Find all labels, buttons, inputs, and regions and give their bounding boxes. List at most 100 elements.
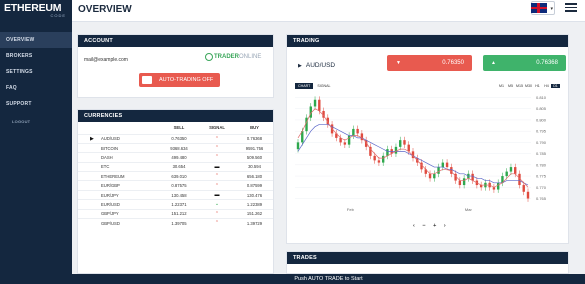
signal-up-icon: ⌃ — [214, 145, 220, 152]
symbol-text: AUD/USD — [101, 136, 120, 142]
currency-symbol: EUR/GBP — [78, 180, 160, 191]
currency-row[interactable]: EUR/JPY 130.458 ▬ 130.476 — [78, 189, 273, 200]
sell-value: 130.458 — [160, 189, 198, 200]
footer-bar[interactable]: Push AUTO TRADE to Start — [72, 274, 585, 284]
currency-symbol: EUR/JPY — [78, 189, 160, 200]
autotrade-toggle[interactable]: AUTO-TRADING OFF — [139, 73, 220, 87]
candle-body — [347, 135, 351, 145]
y-tick-label: 0.810 — [536, 95, 547, 100]
buy-value: 9591.756 — [236, 142, 273, 153]
signal-cell: ⌃ — [198, 217, 236, 228]
candle-body — [296, 142, 300, 150]
hamburger-icon[interactable] — [565, 3, 577, 12]
sell-value: 151.212 — [160, 208, 198, 219]
candle-body — [433, 173, 436, 179]
currency-row[interactable]: GBP/JPY 151.212 ⌃ 151.262 — [78, 208, 273, 219]
candle-body — [505, 171, 508, 177]
signal-cell: ⌃ — [198, 171, 236, 181]
signal-neutral-icon: ▬ — [214, 163, 220, 170]
candle-body — [399, 140, 402, 147]
buy-value: 30.594 — [236, 161, 273, 172]
broker-logo-part1: TRADER — [214, 54, 239, 60]
symbol-text: ETHEREUM — [101, 173, 125, 179]
signal-down-icon: ⌄ — [214, 201, 220, 208]
x-tick-label: Mar — [465, 207, 473, 212]
currency-row[interactable]: ▶ AUD/USD 0.76350 ⌃ 0.76368 — [78, 133, 273, 144]
sidebar-item-settings[interactable]: SETTINGS — [0, 64, 72, 80]
x-tick-label: Feb — [347, 207, 355, 212]
sidebar-item-overview[interactable]: OVERVIEW — [0, 32, 72, 48]
zoom-controls[interactable]: ‹ − + › — [413, 223, 449, 229]
currency-row[interactable]: DASH 499.480 ⌃ 509.560 — [78, 152, 273, 163]
trades-panel: TRADES — [286, 251, 569, 274]
candle-body — [462, 178, 466, 186]
currency-row[interactable]: GBP/USD 1.39705 ⌃ 1.39729 — [78, 217, 273, 228]
currency-row[interactable]: EUR/GBP 0.87575 ⌃ 0.87599 — [78, 180, 273, 191]
sell-value: 0.87575 — [160, 180, 198, 191]
candle-body — [458, 180, 462, 186]
signal-up-icon: ⌃ — [214, 210, 220, 217]
signal-up-icon: ⌃ — [214, 173, 220, 180]
buy-button[interactable]: ▲ 0.76368 — [483, 55, 566, 71]
logout-link[interactable]: LOGOUT — [0, 114, 72, 130]
timeframe-selector: M1 M5 M15 M30 H1 H4 D1 — [497, 84, 560, 88]
buy-value: 130.476 — [236, 189, 273, 200]
currency-symbol: BITCOIN — [78, 142, 160, 153]
timeframe-m5[interactable]: M5 — [506, 84, 515, 88]
y-tick-label: 0.780 — [536, 162, 547, 167]
chevron-down-icon: ▼ — [396, 60, 401, 66]
timeframe-h4[interactable]: H4 — [542, 84, 551, 88]
currency-row[interactable]: EUR/USD 1.22371 ⌄ 1.22389 — [78, 199, 273, 210]
sidebar-item-support[interactable]: SUPPORT — [0, 96, 72, 112]
y-tick-label: 0.790 — [536, 140, 547, 145]
sidebar-item-faq[interactable]: FAQ — [0, 80, 72, 96]
sell-price: 0.76350 — [442, 60, 464, 66]
candle-body — [377, 160, 381, 163]
symbol-text: ETC — [101, 164, 110, 170]
y-tick-label: 0.785 — [536, 151, 547, 156]
buy-value: 0.87599 — [236, 180, 273, 191]
candle-body — [471, 173, 474, 181]
candle-body — [318, 99, 321, 111]
price-chart[interactable]: 0.810 0.805 0.800 0.795 0.790 0.785 0.780 0.775… — [293, 91, 561, 217]
brand-logo[interactable]: ETHEREUM CODE — [0, 0, 72, 26]
buy-value: 151.262 — [236, 208, 273, 219]
candle-body — [313, 99, 317, 107]
currency-symbol: ▶ AUD/USD — [78, 133, 160, 144]
chart-tabs: CHART SIGNAL — [295, 83, 334, 89]
y-tick-label: 0.770 — [536, 185, 547, 190]
y-tick-label: 0.775 — [536, 174, 547, 179]
currencies-table: SELL SIGNAL BUY ▶ AUD/USD 0.76350 ⌃ 0.76368 B… — [78, 122, 273, 228]
tab-chart[interactable]: CHART — [295, 83, 314, 89]
selected-pair: ▶ AUD/USD — [298, 62, 335, 69]
currency-row[interactable]: ETHEREUM 639.010 ⌃ 656.180 — [78, 171, 273, 181]
currency-row[interactable]: BITCOIN 9368.634 ⌃ 9591.756 — [78, 142, 273, 153]
timeframe-m15[interactable]: M15 — [515, 84, 524, 88]
candle-body — [403, 140, 406, 145]
buy-value: 1.22389 — [236, 199, 273, 210]
col-sell: SELL — [173, 125, 185, 131]
currency-row[interactable]: ETC 30.654 ▬ 30.594 — [78, 161, 273, 172]
symbol-text: EUR/JPY — [101, 192, 119, 198]
sell-value: 0.76350 — [160, 133, 198, 144]
symbol-text: GBP/JPY — [101, 211, 119, 217]
sell-value: 639.010 — [160, 171, 198, 181]
sidebar-item-brokers[interactable]: BROKERS — [0, 48, 72, 64]
pair-label: AUD/USD — [305, 62, 336, 69]
currencies-heading: CURRENCIES — [78, 110, 273, 122]
sell-button[interactable]: ▼ 0.76350 — [387, 55, 472, 71]
col-signal: SIGNAL — [209, 125, 225, 131]
autotrade-label: AUTO-TRADING OFF — [159, 77, 214, 83]
timeframe-d1[interactable]: D1 — [551, 84, 560, 88]
timeframe-h1[interactable]: H1 — [533, 84, 542, 88]
timeframe-m1[interactable]: M1 — [497, 84, 506, 88]
tab-signal[interactable]: SIGNAL — [314, 83, 333, 89]
currency-symbol: ETC — [78, 161, 160, 172]
account-panel: ACCOUNT mail@example.com TRADERONLINE AU… — [77, 34, 274, 98]
signal-neutral-icon: ▬ — [214, 192, 220, 199]
language-selector[interactable]: ▾ — [531, 1, 555, 15]
y-tick-label: 0.805 — [536, 106, 547, 111]
timeframe-m30[interactable]: M30 — [524, 84, 533, 88]
candle-body — [526, 191, 530, 199]
sell-value: 1.22371 — [160, 199, 198, 210]
